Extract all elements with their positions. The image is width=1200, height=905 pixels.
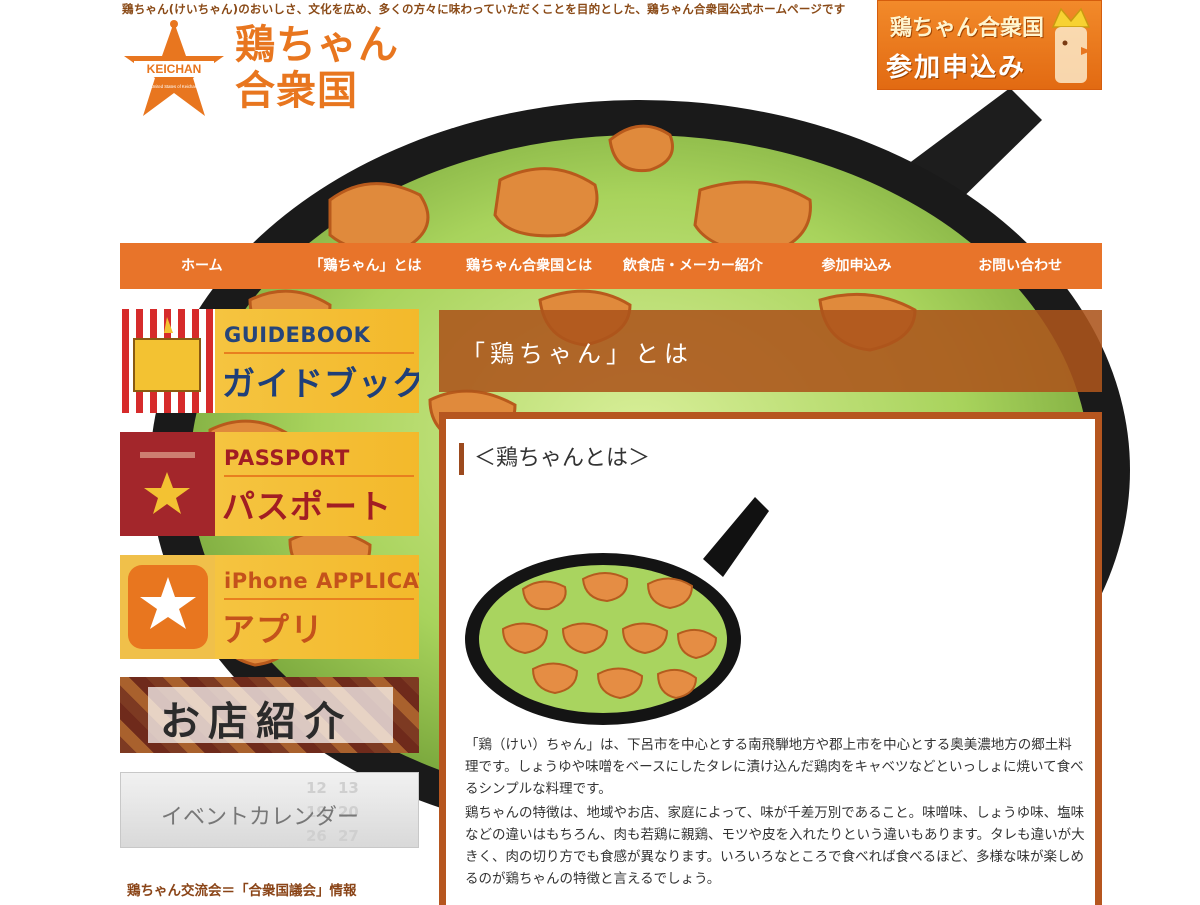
intro-paragraph-2: 鶏ちゃんの特徴は、地域やお店、家庭によって、味が千差万別であること。味噌味、しょ… <box>465 805 1085 887</box>
event-calendar-banner[interactable]: 12 13 19 20 26 27 イベントカレンダー <box>120 772 419 848</box>
global-navigation: ホーム 「鶏ちゃん」とは 鶏ちゃん合衆国とは 飲食店・メーカー紹介 参加申込み … <box>120 243 1102 289</box>
passport-divider <box>224 475 414 477</box>
nav-item-about-keichan[interactable]: 「鶏ちゃん」とは <box>284 243 448 289</box>
nav-item-apply[interactable]: 参加申込み <box>775 243 939 289</box>
guidebook-banner[interactable]: GUIDEBOOK ガイドブック <box>120 309 419 413</box>
join-banner-line1: 鶏ちゃん合衆国 <box>890 16 1045 41</box>
page-title: 「鶏ちゃん」とは <box>461 340 693 368</box>
guidebook-divider <box>224 352 414 354</box>
guidebook-cover-icon <box>120 309 215 413</box>
svg-text:12: 12 <box>306 779 327 797</box>
passport-en-label: PASSPORT <box>224 446 350 470</box>
logo-title-line1: 鶏ちゃん <box>235 22 399 68</box>
shop-banner-label: お店紹介 <box>160 699 352 745</box>
nav-item-contact[interactable]: お問い合わせ <box>938 243 1102 289</box>
shop-introduction-banner[interactable]: お店紹介 <box>120 677 419 753</box>
article-content: ＜鶏ちゃんとは＞ 「鶏（けい）ちゃん」は、下呂市を中心とする南飛騨地方や郡上市を… <box>439 412 1102 905</box>
join-banner-line2: 参加申込み <box>886 53 1027 83</box>
section-title: ＜鶏ちゃんとは＞ <box>459 443 650 475</box>
app-divider <box>224 598 414 600</box>
app-icon <box>120 555 215 659</box>
logo-title-line2: 合衆国 <box>235 68 358 114</box>
guidebook-jp-label: ガイドブック <box>222 364 419 403</box>
star-logo-icon: KEICHAN United States of Keichan <box>124 20 224 116</box>
passport-banner[interactable]: PASSPORT パスポート <box>120 432 419 536</box>
intro-paragraph-1: 「鶏（けい）ちゃん」は、下呂市を中心とする南飛騨地方や郡上市を中心とする奥美濃地… <box>465 737 1084 797</box>
iphone-app-banner[interactable]: iPhone APPLICATION アプリ <box>120 555 419 659</box>
crown-icon <box>1051 7 1091 83</box>
app-jp-label: アプリ <box>222 610 324 649</box>
join-application-banner[interactable]: 鶏ちゃん合衆国 参加申込み <box>877 0 1102 90</box>
logo-badge-subtext: United States of Keichan <box>151 84 198 89</box>
nav-item-home[interactable]: ホーム <box>120 243 284 289</box>
nav-item-restaurants-makers[interactable]: 飲食店・メーカー紹介 <box>611 243 775 289</box>
passport-cover-icon <box>120 432 215 536</box>
svg-text:13: 13 <box>338 779 359 797</box>
guidebook-en-label: GUIDEBOOK <box>224 323 371 347</box>
page-heading-bar: 「鶏ちゃん」とは <box>439 310 1102 392</box>
passport-jp-label: パスポート <box>222 487 392 526</box>
logo-badge-text: KEICHAN <box>147 62 202 76</box>
site-tagline: 鶏ちゃん(けいちゃん)のおいしさ、文化を広め、多くの方々に味わっていただくことを… <box>122 2 846 16</box>
event-calendar-label: イベントカレンダー <box>161 805 360 830</box>
nav-item-about-united-states[interactable]: 鶏ちゃん合衆国とは <box>447 243 611 289</box>
site-logo[interactable]: KEICHAN United States of Keichan 鶏ちゃん 合衆… <box>120 18 420 128</box>
app-en-label: iPhone APPLICATION <box>224 569 419 593</box>
council-info-link[interactable]: 鶏ちゃん交流会＝「合衆国議会」情報 <box>127 879 357 899</box>
keichan-skillet-photo <box>463 489 775 727</box>
logo-title: 鶏ちゃん 合衆国 <box>235 22 399 114</box>
